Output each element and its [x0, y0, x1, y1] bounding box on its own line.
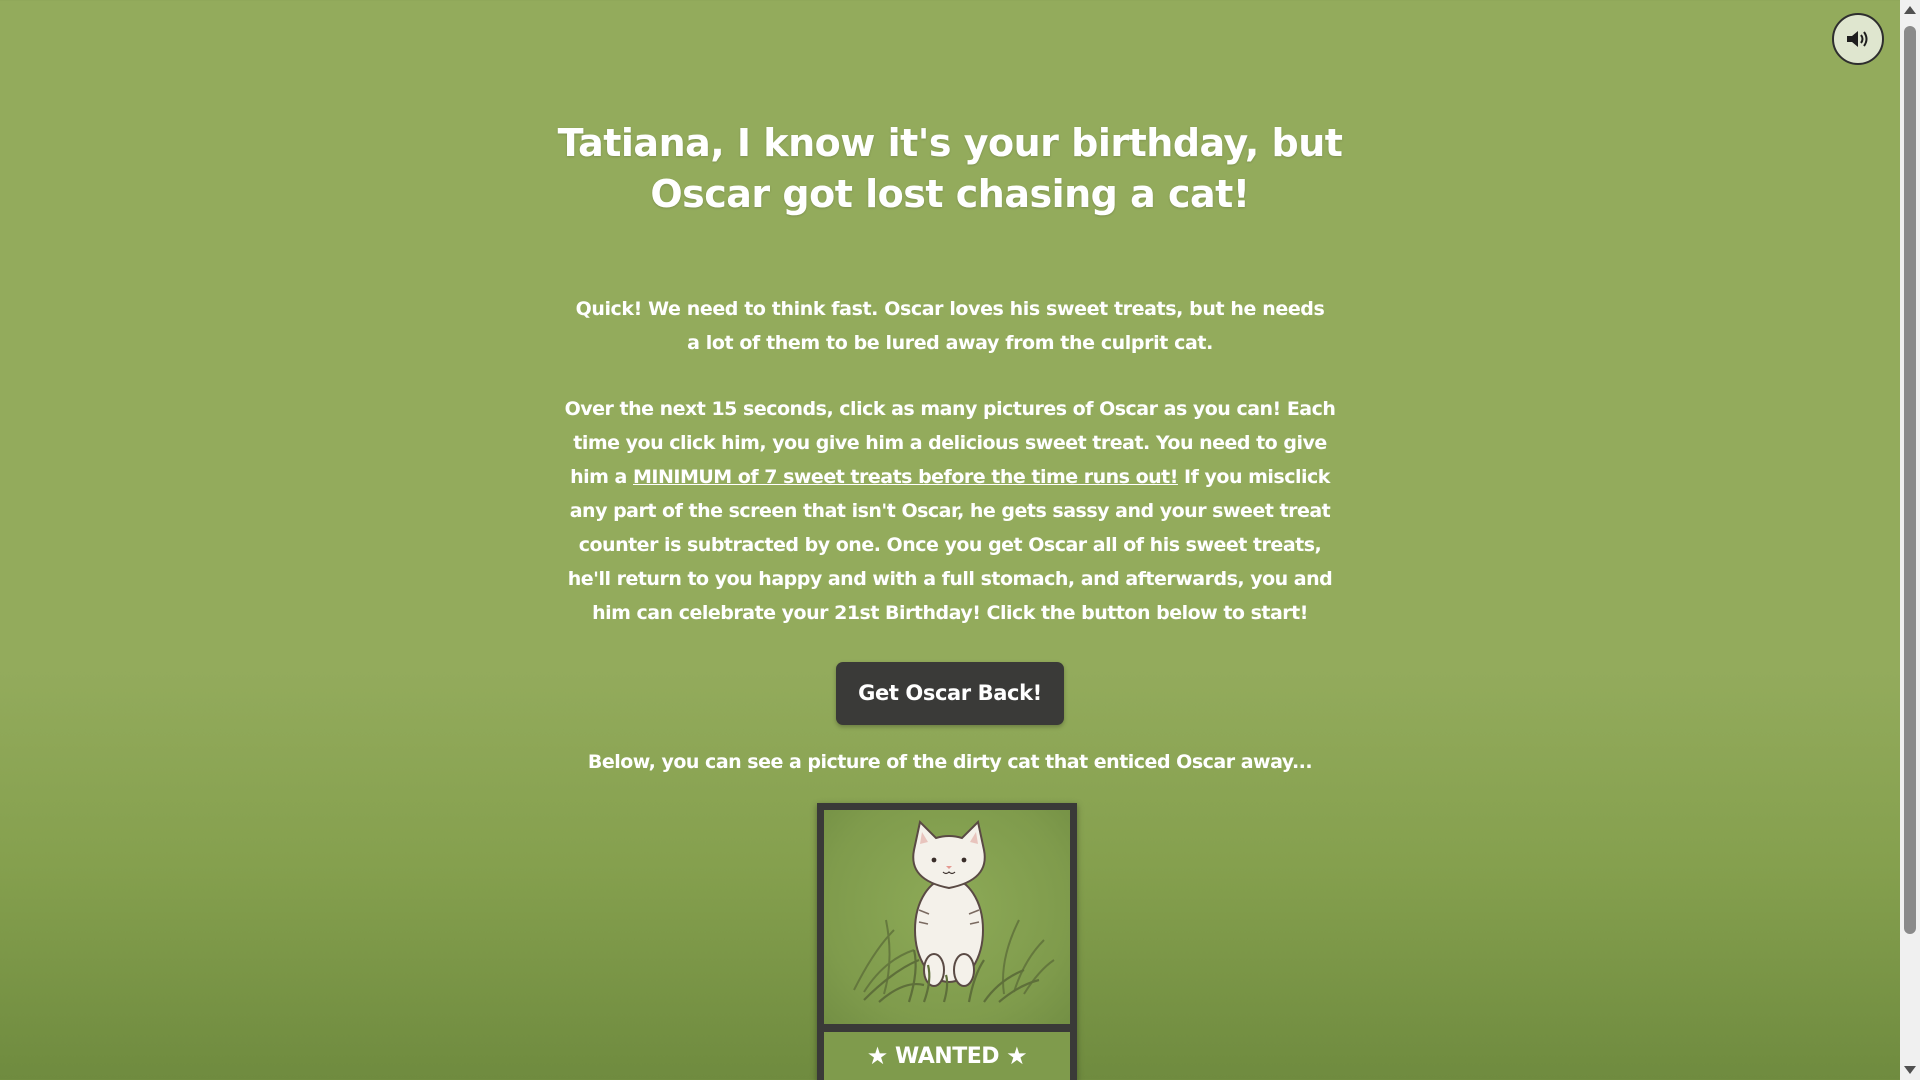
page[interactable]: Tatiana, I know it's your birthday, but … [0, 0, 1900, 1080]
scroll-thumb[interactable] [1904, 26, 1916, 934]
intro-text: Quick! We need to think fast. Oscar love… [575, 298, 1325, 354]
vertical-scrollbar[interactable] [1900, 0, 1920, 1080]
minimum-treats-note: MINIMUM of 7 sweet treats before the tim… [633, 466, 1178, 488]
wanted-label: ★ WANTED ★ [824, 1032, 1070, 1080]
scroll-up-arrow[interactable] [1904, 6, 1916, 14]
cat-illustration [853, 819, 1055, 1003]
wanted-poster: ★ WANTED ★ [817, 803, 1077, 1080]
get-oscar-back-button[interactable]: Get Oscar Back! [836, 662, 1064, 725]
star-icon: ★ [866, 1042, 889, 1070]
scroll-down-arrow[interactable] [1904, 1066, 1916, 1074]
wanted-text: WANTED [894, 1044, 1000, 1069]
main-content: Tatiana, I know it's your birthday, but … [550, 118, 1350, 773]
culprit-cat-caption: Below, you can see a picture of the dirt… [587, 751, 1313, 773]
volume-icon [1847, 31, 1868, 47]
instructions-text: Over the next 15 seconds, click as many … [560, 392, 1340, 630]
culprit-cat-image [824, 810, 1070, 1024]
instructions-part-2: If you misclick any part of the screen t… [567, 466, 1333, 624]
star-icon: ★ [1006, 1042, 1028, 1070]
sound-toggle-button[interactable] [1832, 13, 1884, 65]
page-title: Tatiana, I know it's your birthday, but … [557, 121, 1343, 216]
